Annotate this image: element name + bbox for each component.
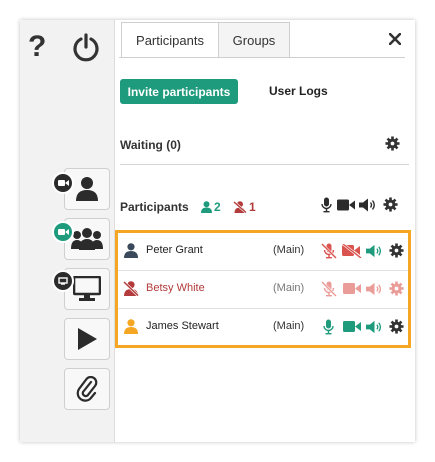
- participant-list: Peter Grant (Main) Betsy White (Main) Ja…: [115, 230, 411, 348]
- user-offline-icon: [233, 201, 247, 213]
- mic-muted-icon: [321, 281, 337, 297]
- waiting-title: Waiting (0): [120, 138, 181, 152]
- online-count-badge: 2: [201, 200, 221, 214]
- user-logs-button[interactable]: User Logs: [269, 84, 328, 98]
- camera-active-badge: [52, 221, 74, 243]
- participant-row[interactable]: Peter Grant (Main): [118, 233, 408, 271]
- monitor-icon: [73, 276, 101, 301]
- paperclip-icon: [76, 376, 98, 402]
- all-camera-icon[interactable]: [337, 199, 355, 211]
- mic-on-icon[interactable]: [323, 319, 334, 335]
- tab-groups[interactable]: Groups: [218, 22, 290, 57]
- camera-on-icon[interactable]: [343, 320, 361, 333]
- app-window: ? Participants Groups Invite participant…: [20, 20, 415, 442]
- waiting-settings-gear-icon[interactable]: [385, 136, 400, 151]
- participants-panel: Participants Groups Invite participants …: [115, 20, 415, 442]
- camera-icon: [57, 180, 69, 186]
- tab-divider: [119, 57, 405, 58]
- camera-icon: [343, 283, 361, 294]
- online-count: 2: [214, 200, 221, 214]
- participant-room: (Main): [273, 282, 305, 294]
- participant-name: Peter Grant: [146, 244, 203, 256]
- power-icon: [73, 33, 99, 62]
- offline-count: 1: [249, 200, 256, 214]
- participant-row[interactable]: James Stewart (Main): [118, 309, 408, 345]
- screen-badge: [52, 270, 74, 292]
- participant-room: (Main): [273, 320, 305, 332]
- attachment-button[interactable]: [64, 368, 110, 410]
- participant-room: (Main): [273, 244, 305, 256]
- speaker-icon: [366, 282, 382, 296]
- participants-settings-gear-icon[interactable]: [383, 197, 398, 212]
- camera-icon: [57, 229, 69, 235]
- participants-section-title: Participants: [120, 200, 189, 214]
- tab-participants[interactable]: Participants: [121, 22, 219, 57]
- participant-settings-gear-icon[interactable]: [389, 243, 404, 258]
- power-button[interactable]: [72, 32, 100, 67]
- participant-settings-gear-icon[interactable]: [389, 319, 404, 334]
- close-icon: [388, 32, 402, 46]
- group-icon: [71, 228, 103, 250]
- section-divider: [120, 164, 409, 165]
- play-media-button[interactable]: [64, 318, 110, 360]
- participant-name: Betsy White: [146, 282, 205, 294]
- close-button[interactable]: [388, 32, 402, 50]
- user-offline-icon: [123, 281, 139, 296]
- participant-row[interactable]: Betsy White (Main): [118, 271, 408, 309]
- mute-all-mic-icon[interactable]: [321, 197, 332, 213]
- camera-badge: [52, 172, 74, 194]
- participant-name: James Stewart: [146, 320, 219, 332]
- user-online-icon: [201, 201, 212, 213]
- screen-icon: [58, 277, 68, 285]
- participant-settings-gear-icon: [389, 281, 404, 296]
- all-speaker-icon[interactable]: [359, 198, 377, 212]
- left-toolbar: ?: [20, 20, 115, 442]
- speaker-on-icon[interactable]: [366, 320, 383, 334]
- user-icon: [124, 243, 138, 258]
- camera-off-icon[interactable]: [342, 244, 362, 258]
- speaker-on-icon[interactable]: [366, 244, 383, 258]
- offline-count-badge: 1: [233, 200, 256, 214]
- user-active-icon: [124, 319, 138, 334]
- invite-participants-button[interactable]: Invite participants: [120, 79, 238, 104]
- play-icon: [78, 328, 97, 350]
- mic-muted-icon[interactable]: [321, 243, 337, 259]
- help-button[interactable]: ?: [28, 32, 46, 62]
- user-icon: [76, 177, 98, 201]
